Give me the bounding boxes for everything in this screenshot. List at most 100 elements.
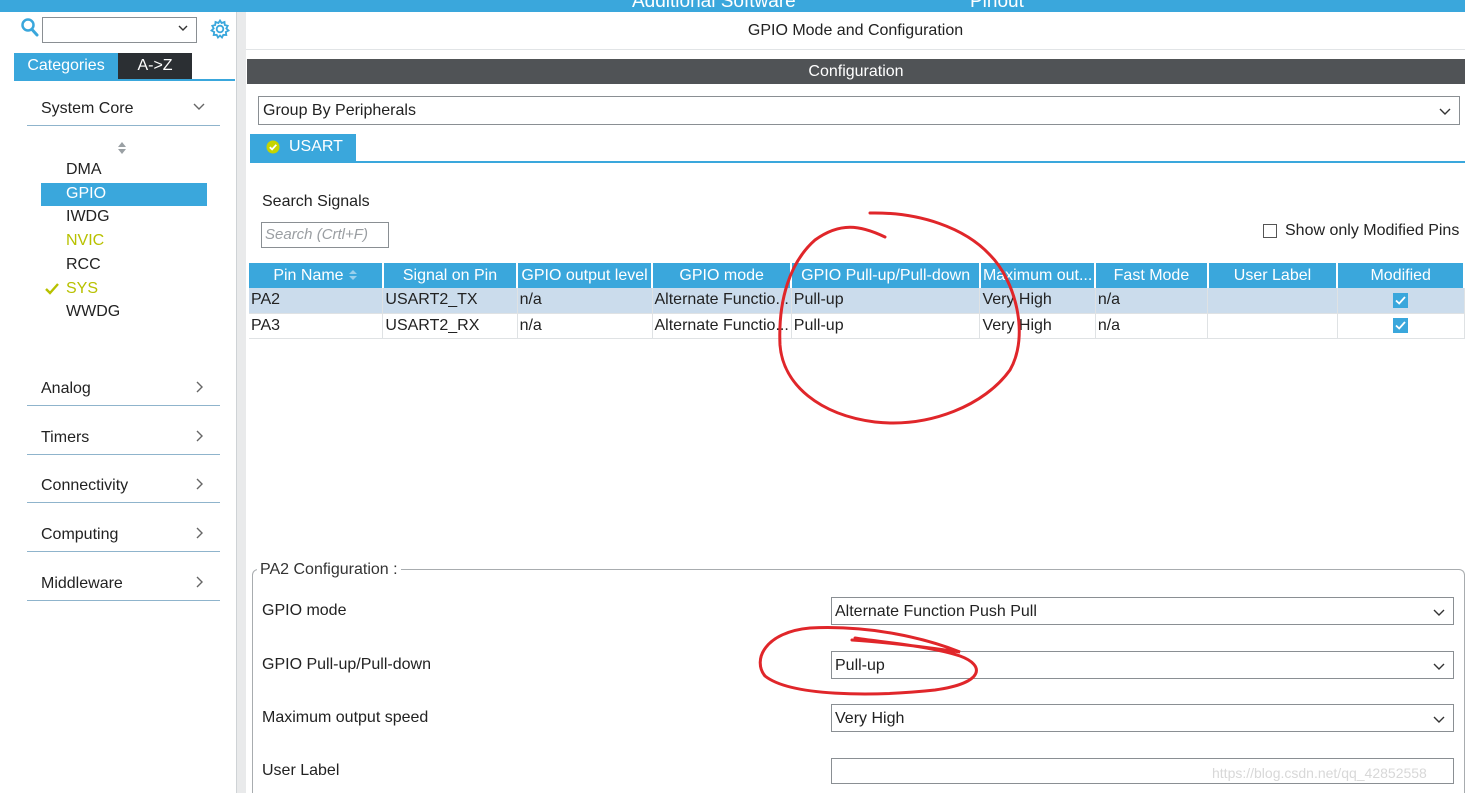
table-row[interactable]: PA3 USART2_RX n/a Alternate Functio... P… [249, 313, 1465, 339]
tab-label: USART [289, 138, 343, 155]
search-signals-input[interactable]: Search (Crtl+F) [261, 222, 389, 248]
column-header[interactable]: GPIO output level [517, 263, 653, 288]
check-icon [1395, 295, 1406, 305]
sort-icon [348, 270, 357, 281]
table-cell [1337, 288, 1465, 314]
sidebar-item-sys[interactable]: SYS [41, 278, 207, 301]
table-cell: PA3 [249, 313, 384, 339]
column-header[interactable]: GPIO mode [652, 263, 793, 288]
table-cell: Very High [979, 313, 1096, 339]
speed-select[interactable]: Very High [831, 704, 1454, 732]
column-header[interactable]: Modified [1337, 263, 1465, 288]
table-cell [1207, 313, 1338, 339]
column-header[interactable]: GPIO Pull-up/Pull-down [791, 263, 981, 288]
chevron-down-icon [193, 103, 205, 110]
tab-categories[interactable]: Categories [14, 53, 118, 79]
table-cell: PA2 [249, 288, 384, 314]
chevron-right-icon [196, 527, 203, 539]
sort-icon[interactable] [116, 140, 128, 156]
table-cell: Alternate Functio... [652, 288, 792, 314]
category-label: Computing [41, 526, 119, 543]
speed-value: Very High [835, 710, 905, 727]
pull-label: GPIO Pull-up/Pull-down [262, 656, 431, 673]
category-middleware[interactable]: Middleware [27, 571, 220, 601]
check-circle-icon [266, 140, 280, 154]
column-header[interactable]: User Label [1207, 263, 1339, 288]
table-row[interactable]: PA2 USART2_TX n/a Alternate Functio... P… [249, 288, 1465, 314]
sidebar-item-label: RCC [66, 256, 101, 273]
chevron-down-icon [1433, 609, 1445, 616]
sidebar-item-iwdg[interactable]: IWDG [41, 206, 207, 229]
chevron-right-icon [196, 576, 203, 588]
tab-underline [14, 79, 235, 81]
search-icon[interactable] [20, 17, 40, 39]
gear-icon[interactable] [209, 18, 231, 40]
table-cell: USART2_TX [382, 288, 518, 314]
tab-additional-software[interactable]: Additional Software [632, 0, 796, 12]
chevron-right-icon [196, 381, 203, 393]
category-label: System Core [41, 100, 134, 117]
sidebar-item-nvic[interactable]: NVIC [41, 230, 207, 253]
category-label: Connectivity [41, 477, 129, 494]
category-connectivity[interactable]: Connectivity [27, 473, 220, 503]
check-icon [1395, 321, 1406, 330]
check-icon [45, 283, 59, 295]
tab-usart[interactable]: USART [250, 134, 356, 161]
table-cell [1337, 313, 1465, 339]
chevron-right-icon [196, 478, 203, 490]
table-cell: Alternate Functio... [652, 313, 792, 339]
show-modified-label: Show only Modified Pins [1285, 222, 1460, 239]
pin-config-legend: PA2 Configuration : [257, 561, 401, 579]
column-header[interactable]: Signal on Pin [382, 263, 519, 288]
sidebar-item-dma[interactable]: DMA [41, 159, 207, 182]
tab-a-z[interactable]: A->Z [118, 53, 192, 79]
modified-checkbox[interactable] [1393, 292, 1409, 308]
pull-select[interactable]: Pull-up [831, 651, 1454, 679]
show-modified-checkbox[interactable] [1263, 224, 1277, 238]
table-cell: n/a [1095, 288, 1209, 314]
table-cell: n/a [1095, 313, 1209, 339]
category-timers[interactable]: Timers [27, 425, 220, 455]
table-cell: n/a [517, 313, 653, 339]
user-label-label: User Label [262, 762, 340, 779]
category-label: Analog [41, 380, 91, 397]
search-combo[interactable] [42, 17, 197, 43]
sidebar-item-label: IWDG [66, 208, 110, 225]
table-cell [1207, 288, 1338, 314]
tab-underline [250, 161, 1465, 163]
pin-table: Pin Name Signal on Pin GPIO output level… [249, 263, 1465, 339]
category-analog[interactable]: Analog [27, 376, 220, 406]
column-header[interactable]: Pin Name [249, 263, 384, 288]
column-header[interactable]: Maximum out... [979, 263, 1097, 288]
chevron-right-icon [196, 430, 203, 442]
gpio-mode-select[interactable]: Alternate Function Push Pull [831, 597, 1454, 625]
sidebar-item-label: DMA [66, 161, 102, 178]
panel-splitter[interactable] [236, 12, 246, 793]
table-cell: n/a [517, 288, 653, 314]
table-cell: Pull-up [791, 313, 981, 339]
search-signals-label: Search Signals [262, 193, 370, 210]
sidebar-item-gpio[interactable]: GPIO [41, 183, 207, 206]
group-by-value: Group By Peripherals [263, 102, 416, 119]
column-header[interactable]: Fast Mode [1095, 263, 1209, 288]
table-cell: Very High [979, 288, 1096, 314]
category-computing[interactable]: Computing [27, 522, 220, 552]
sidebar-item-label: NVIC [66, 232, 105, 249]
modified-checkbox[interactable] [1393, 317, 1409, 333]
column-header-label: Pin Name [273, 266, 344, 284]
chevron-down-icon [1433, 663, 1445, 670]
gpio-mode-label: GPIO mode [262, 602, 347, 619]
group-by-select[interactable]: Group By Peripherals [258, 96, 1460, 125]
sidebar-item-label: GPIO [66, 185, 107, 202]
chevron-down-icon [1439, 108, 1451, 115]
sidebar-item-wwdg[interactable]: WWDG [41, 301, 207, 324]
sidebar-item-label: WWDG [66, 303, 121, 320]
table-cell: Pull-up [791, 288, 981, 314]
sidebar-item-label: SYS [66, 280, 99, 297]
sidebar-item-rcc[interactable]: RCC [41, 254, 207, 277]
table-cell: USART2_RX [382, 313, 518, 339]
category-label: Middleware [41, 575, 123, 592]
pull-value: Pull-up [835, 657, 885, 674]
category-system-core[interactable]: System Core [27, 96, 220, 126]
tab-pinout[interactable]: Pinout [970, 0, 1024, 12]
